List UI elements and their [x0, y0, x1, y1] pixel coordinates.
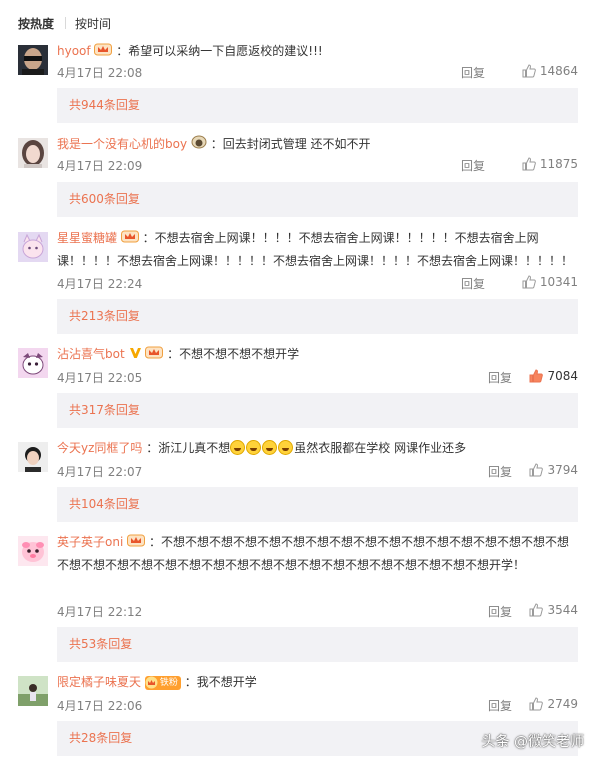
view-replies-link[interactable]: 共944条回复: [57, 88, 578, 123]
view-replies-link[interactable]: 共213条回复: [57, 299, 578, 334]
like-button[interactable]: 3544: [529, 603, 578, 617]
avatar[interactable]: [18, 138, 48, 168]
username-link[interactable]: 限定橘子味夏天: [57, 675, 141, 689]
comment-text: ：希望可以采纳一下自愿返校的建议!!!: [116, 44, 323, 58]
comment-item: 今天yz同框了吗 ：浙江儿真不想 虽然衣服都在学校 网课作业还多 4月17日 22…: [0, 437, 596, 522]
fan-badge: 铁粉: [144, 675, 181, 690]
comment-time: 4月17日 22:12: [57, 605, 143, 619]
sheep-emoji-icon: [191, 134, 207, 156]
username-link[interactable]: 今天yz同框了吗: [57, 441, 142, 455]
comment-time: 4月17日 22:05: [57, 371, 143, 385]
thumbs-up-icon: [529, 603, 544, 617]
username-link[interactable]: 我是一个没有心机的boy: [57, 137, 187, 151]
reply-button[interactable]: 回复: [461, 157, 485, 174]
laughing-emoji-icon: [246, 440, 262, 455]
comment-time: 4月17日 22:07: [57, 465, 143, 479]
like-count: 2749: [547, 697, 578, 711]
laughing-emoji-icon: [278, 440, 294, 455]
username-link[interactable]: hyoof: [57, 44, 91, 58]
comment-time: 4月17日 22:24: [57, 277, 143, 291]
watermark: 头条 @微笑老师: [481, 734, 584, 750]
sort-bar: 按热度 按时间: [18, 14, 111, 32]
comment-text-continued: 虽然衣服都在学校 网课作业还多: [294, 441, 467, 455]
comment-text: ：浙江儿真不想: [146, 441, 231, 455]
comment-time: 4月17日 22:09: [57, 159, 143, 173]
view-replies-link[interactable]: 共317条回复: [57, 393, 578, 428]
like-button[interactable]: 14864: [522, 64, 578, 78]
vip-crown-icon: [145, 344, 164, 366]
like-count: 3544: [547, 603, 578, 617]
thumbs-up-icon: [529, 697, 544, 711]
avatar[interactable]: [18, 348, 48, 378]
comment-item: 沾沾喜气bot ：不想不想不想不想开学 4月17日 22:05 回复 7084 …: [0, 343, 596, 428]
vip-crown-icon: [120, 228, 139, 250]
thumbs-up-icon: [522, 64, 536, 78]
like-button[interactable]: 2749: [529, 697, 578, 711]
reply-button[interactable]: 回复: [461, 275, 485, 292]
avatar[interactable]: [18, 442, 48, 472]
reply-button[interactable]: 回复: [488, 697, 512, 714]
view-replies-link[interactable]: 共104条回复: [57, 487, 578, 522]
thumbs-up-icon: [522, 157, 536, 171]
comment-time: 4月17日 22:08: [57, 66, 143, 80]
comment-item: 星星蜜糖罐 ：不想去宿舍上网课！！！！不想去宿舍上网课！！！！！不想去宿舍上网课…: [0, 227, 596, 334]
thumbs-up-icon: [529, 463, 544, 477]
comment-text: ：我不想开学: [184, 675, 257, 689]
avatar[interactable]: [18, 232, 48, 262]
view-replies-link[interactable]: 共600条回复: [57, 182, 578, 217]
username-link[interactable]: 英子英子oni: [57, 535, 123, 549]
like-button[interactable]: 3794: [529, 463, 578, 477]
comment-text: ：不想不想不想不想开学: [167, 347, 300, 361]
verified-v-icon: [129, 344, 142, 366]
like-button[interactable]: 11875: [522, 157, 578, 171]
sort-divider: [65, 17, 67, 29]
comment-time: 4月17日 22:06: [57, 699, 143, 713]
like-count: 7084: [547, 369, 578, 383]
like-count: 3794: [547, 463, 578, 477]
like-button[interactable]: 10341: [522, 275, 578, 289]
laughing-emoji-icon: [230, 440, 246, 455]
vip-crown-icon: [127, 532, 146, 554]
avatar[interactable]: [18, 45, 48, 75]
like-button[interactable]: 7084: [529, 369, 578, 383]
username-link[interactable]: 星星蜜糖罐: [57, 231, 117, 245]
comment-item: 英子英子oni ：不想不想不想不想不想不想不想不想不想不想不想不想不想不想不想不…: [0, 531, 596, 662]
like-count: 14864: [539, 64, 578, 78]
sort-by-hot-tab[interactable]: 按热度: [18, 15, 54, 32]
username-link[interactable]: 沾沾喜气bot: [57, 347, 125, 361]
thumbs-up-liked-icon: [529, 369, 544, 383]
avatar[interactable]: [18, 676, 48, 706]
thumbs-up-icon: [522, 275, 536, 289]
crown-icon: [145, 676, 158, 689]
reply-button[interactable]: 回复: [461, 64, 485, 81]
view-replies-link[interactable]: 共53条回复: [57, 627, 578, 662]
comment-item: hyoof ：希望可以采纳一下自愿返校的建议!!! 4月17日 22:08 回复…: [0, 40, 596, 125]
comment-item: 我是一个没有心机的boy ：回去封闭式管理 还不如不开 4月17日 22:09 …: [0, 133, 596, 218]
like-count: 11875: [539, 157, 578, 171]
reply-button[interactable]: 回复: [488, 603, 512, 620]
fan-badge-label: 铁粉: [159, 677, 178, 688]
avatar[interactable]: [18, 536, 48, 566]
sort-by-time-tab[interactable]: 按时间: [75, 15, 111, 32]
comment-text: ：回去封闭式管理 还不如不开: [210, 137, 371, 151]
reply-button[interactable]: 回复: [488, 463, 512, 480]
vip-crown-icon: [94, 41, 113, 63]
like-count: 10341: [539, 275, 578, 289]
laughing-emoji-icon: [262, 440, 278, 455]
reply-button[interactable]: 回复: [488, 369, 512, 386]
